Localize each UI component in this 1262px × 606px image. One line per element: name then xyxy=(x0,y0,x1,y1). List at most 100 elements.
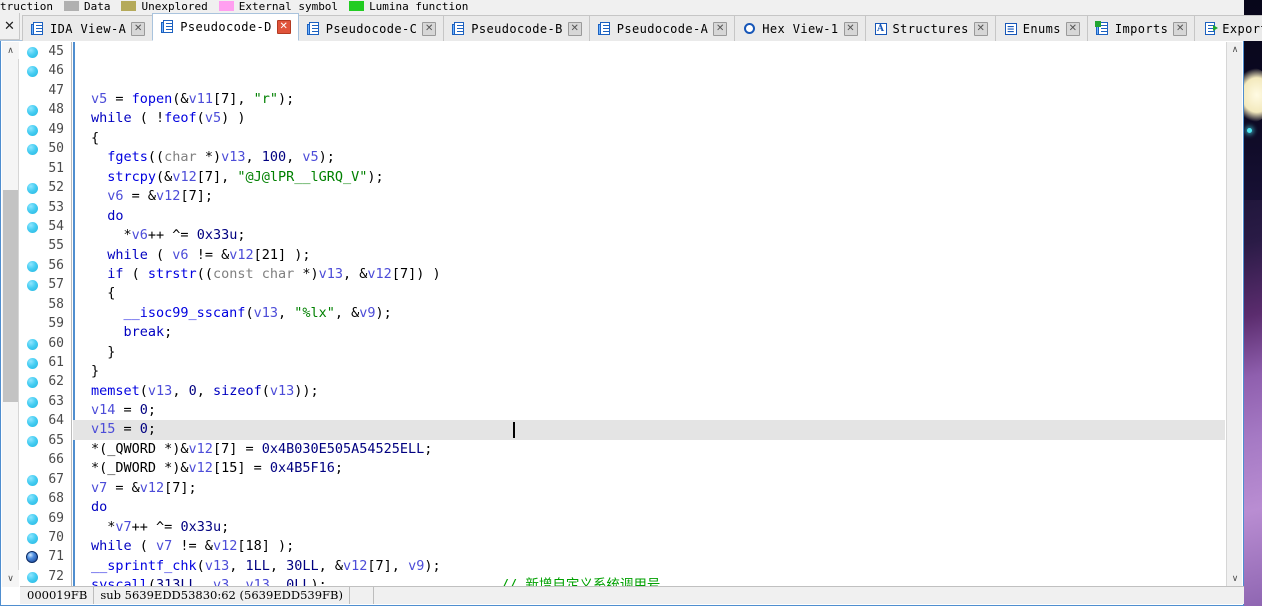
tab-pseudocode-c[interactable]: Pseudocode-C ✕ xyxy=(297,15,445,41)
gutter-row[interactable]: 46 xyxy=(20,61,71,80)
gutter-row[interactable]: 54 xyxy=(20,217,71,236)
code-line[interactable]: while ( !feof(v5) ) xyxy=(73,109,1225,128)
code-line[interactable]: v15 = 0; xyxy=(73,420,1225,440)
breakpoint-icon[interactable] xyxy=(27,377,38,389)
breakpoint-icon[interactable] xyxy=(27,202,38,214)
code-line[interactable]: *v7++ ^= 0x33u; xyxy=(73,518,1225,537)
scrollbar-thumb[interactable] xyxy=(3,190,18,402)
gutter-row[interactable]: 70 xyxy=(20,528,71,547)
pseudocode-text[interactable]: v5 = fopen(&v11[7], "r"); while ( !feof(v… xyxy=(73,42,1225,587)
code-line[interactable]: __sprintf_chk(v13, 1LL, 30LL, &v12[7], v… xyxy=(73,557,1225,576)
gutter-row[interactable]: 47 xyxy=(20,81,71,100)
code-line[interactable]: v7 = &v12[7]; xyxy=(73,479,1225,498)
code-line[interactable]: break; xyxy=(73,323,1225,342)
breakpoint-icon[interactable] xyxy=(27,144,38,156)
gutter-row[interactable]: 45 xyxy=(20,42,71,61)
tab-close-icon[interactable]: ✕ xyxy=(973,21,988,36)
gutter-row[interactable]: 59 xyxy=(20,314,71,333)
code-line[interactable]: while ( v6 != &v12[21] ); xyxy=(73,246,1225,265)
breakpoint-icon[interactable] xyxy=(27,474,38,486)
breakpoint-icon[interactable] xyxy=(27,513,38,525)
breakpoint-icon[interactable] xyxy=(27,124,38,136)
breakpoint-icon[interactable] xyxy=(27,221,38,233)
breakpoint-icon[interactable] xyxy=(27,47,38,58)
code-line[interactable]: if ( strstr((const char *)v13, &v12[7]) … xyxy=(73,265,1225,284)
breakpoint-icon[interactable] xyxy=(27,358,38,369)
gutter-row[interactable]: 49 xyxy=(20,120,71,139)
breakpoint-active-icon[interactable] xyxy=(26,551,38,564)
gutter-row[interactable]: 58 xyxy=(20,295,71,314)
gutter-row[interactable]: 67 xyxy=(20,470,71,489)
tab-close-icon[interactable]: ✕ xyxy=(567,21,582,36)
tab-close-icon[interactable]: ✕ xyxy=(843,21,858,36)
gutter-row[interactable]: 68 xyxy=(20,489,71,508)
gutter-row[interactable]: 60 xyxy=(20,334,71,353)
tab-enums[interactable]: ☰ Enums ✕ xyxy=(994,15,1088,41)
tab-pseudocode-a[interactable]: Pseudocode-A ✕ xyxy=(588,15,736,41)
breakpoint-icon[interactable] xyxy=(27,105,38,117)
code-line[interactable]: { xyxy=(73,129,1225,148)
tab-close-icon[interactable]: ✕ xyxy=(276,20,291,34)
tab-close-icon[interactable]: ✕ xyxy=(131,21,146,36)
breakpoint-icon[interactable] xyxy=(27,183,38,195)
gutter-row[interactable]: 57 xyxy=(20,275,71,294)
gutter-row[interactable]: 64 xyxy=(20,411,71,430)
tab-close-icon[interactable]: ✕ xyxy=(1065,21,1080,36)
code-line[interactable]: { xyxy=(73,284,1225,303)
breakpoint-icon[interactable] xyxy=(27,532,38,544)
code-line[interactable]: *v6++ ^= 0x33u; xyxy=(73,226,1225,245)
right-vertical-scrollbar[interactable]: ∧ ∨ xyxy=(1226,42,1242,587)
code-line[interactable]: do xyxy=(73,207,1225,226)
tab-close-icon[interactable]: ✕ xyxy=(1173,21,1188,36)
code-line[interactable]: v6 = &v12[7]; xyxy=(73,187,1225,206)
gutter-row[interactable]: 66 xyxy=(20,450,71,469)
breakpoint-icon[interactable] xyxy=(27,338,38,350)
code-line[interactable]: strcpy(&v12[7], "@J@lPR__lGRQ_V"); xyxy=(73,168,1225,187)
code-line[interactable]: v14 = 0; xyxy=(73,401,1225,420)
code-line[interactable]: __isoc99_sscanf(v13, "%lx", &v9); xyxy=(73,304,1225,323)
code-line[interactable]: } xyxy=(73,343,1225,362)
scroll-up-icon-right[interactable]: ∧ xyxy=(1227,42,1243,58)
tab-pseudocode-d[interactable]: Pseudocode-D ✕ xyxy=(152,13,299,41)
code-line[interactable]: while ( v7 != &v12[18] ); xyxy=(73,537,1225,556)
tab-ida-view-a[interactable]: IDA View-A ✕ xyxy=(22,15,154,41)
code-line[interactable]: v5 = fopen(&v11[7], "r"); xyxy=(73,90,1225,109)
scroll-down-icon[interactable]: ∨ xyxy=(2,570,19,587)
gutter-row[interactable]: 51 xyxy=(20,159,71,178)
scroll-down-icon-right[interactable]: ∨ xyxy=(1227,571,1243,587)
tab-hex-view-1[interactable]: Hex View-1 ✕ xyxy=(734,15,866,41)
gutter-row[interactable]: 56 xyxy=(20,256,71,275)
gutter-row[interactable]: 72 xyxy=(20,567,71,586)
gutter-row[interactable]: 48 xyxy=(20,100,71,119)
gutter-row[interactable]: 69 xyxy=(20,509,71,528)
line-number-gutter[interactable]: 45 46 47 48 49 50 51 52 53 54 55 56 57 58 59 60 61 62 63 64… xyxy=(20,42,71,587)
code-line[interactable]: memset(v13, 0, sizeof(v13)); xyxy=(73,382,1225,401)
code-line[interactable]: } xyxy=(73,362,1225,381)
gutter-row[interactable]: 52 xyxy=(20,178,71,197)
close-window-button[interactable]: ✕ xyxy=(0,13,20,40)
gutter-row[interactable]: 55 xyxy=(20,236,71,255)
tab-imports[interactable]: Imports ✕ xyxy=(1086,15,1196,41)
tab-pseudocode-b[interactable]: Pseudocode-B ✕ xyxy=(443,15,590,41)
gutter-row[interactable]: 50 xyxy=(20,139,71,158)
breakpoint-icon[interactable] xyxy=(27,494,38,506)
tab-close-icon[interactable]: ✕ xyxy=(422,21,437,36)
code-line[interactable]: do xyxy=(73,498,1225,517)
gutter-row[interactable]: 62 xyxy=(20,372,71,391)
code-line[interactable]: fgets((char *)v13, 100, v5); xyxy=(73,148,1225,167)
breakpoint-icon[interactable] xyxy=(27,416,38,428)
tab-structures[interactable]: A Structures ✕ xyxy=(864,15,996,41)
breakpoint-icon[interactable] xyxy=(27,280,38,292)
code-line[interactable]: *(_DWORD *)&v12[15] = 0x4B5F16; xyxy=(73,459,1225,478)
left-vertical-scrollbar[interactable]: ∧ ∨ xyxy=(2,42,19,587)
gutter-row[interactable]: 71 xyxy=(20,547,71,566)
tab-close-icon[interactable]: ✕ xyxy=(713,21,728,36)
tab-exports[interactable]: Exports✕ xyxy=(1194,15,1262,41)
gutter-row[interactable]: 63 xyxy=(20,392,71,411)
breakpoint-icon[interactable] xyxy=(27,396,38,408)
breakpoint-icon[interactable] xyxy=(27,571,38,583)
gutter-row[interactable]: 61 xyxy=(20,353,71,372)
breakpoint-icon[interactable] xyxy=(27,66,38,78)
breakpoint-icon[interactable] xyxy=(27,435,38,447)
breakpoint-icon[interactable] xyxy=(27,260,38,272)
